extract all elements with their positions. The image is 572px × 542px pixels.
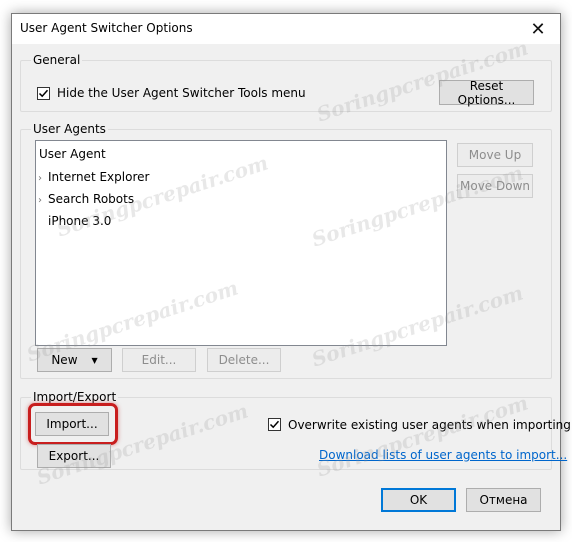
dropdown-arrow-icon: ▼ [91, 355, 98, 365]
new-button[interactable]: New ▼ [37, 348, 112, 372]
list-item-label: Internet Explorer [48, 170, 150, 184]
options-dialog: User Agent Switcher Options ✕ General Hi… [11, 13, 571, 531]
title-bar: User Agent Switcher Options ✕ [12, 14, 560, 44]
list-header: User Agent [39, 147, 106, 161]
overwrite-label: Overwrite existing user agents when impo… [288, 418, 571, 432]
window-title: User Agent Switcher Options [20, 21, 193, 35]
move-down-button[interactable]: Move Down [457, 174, 533, 198]
edit-button[interactable]: Edit... [122, 348, 196, 372]
user-agent-list[interactable]: User Agent › Internet Explorer › Search Ro… [35, 140, 447, 346]
export-button[interactable]: Export... [37, 444, 111, 468]
chevron-right-icon[interactable]: › [38, 173, 48, 184]
reset-options-button[interactable]: Reset Options... [439, 79, 534, 107]
download-lists-link[interactable]: Download lists of user agents to import.… [319, 448, 567, 462]
ok-button[interactable]: OK [381, 488, 456, 512]
check-icon [269, 420, 280, 429]
hide-menu-label: Hide the User Agent Switcher Tools menu [57, 86, 306, 100]
close-button[interactable]: ✕ [516, 14, 560, 44]
import-export-group-label: Import/Export [31, 390, 119, 404]
import-highlight-frame [28, 403, 118, 445]
user-agents-group-label: User Agents [31, 122, 108, 136]
overwrite-checkbox[interactable] [268, 418, 281, 431]
list-item[interactable]: iPhone 3.0 [48, 214, 111, 228]
list-item[interactable]: › Internet Explorer [38, 170, 149, 184]
delete-button[interactable]: Delete... [207, 348, 281, 372]
hide-menu-checkbox[interactable] [37, 87, 50, 100]
cancel-button[interactable]: Отмена [466, 488, 541, 512]
list-item-label: iPhone 3.0 [48, 214, 112, 228]
general-group-label: General [31, 53, 83, 67]
check-icon [38, 89, 49, 98]
new-button-label: New [51, 353, 78, 367]
list-item[interactable]: › Search Robots [38, 192, 134, 206]
move-up-button[interactable]: Move Up [457, 143, 533, 167]
list-item-label: Search Robots [48, 192, 135, 206]
chevron-right-icon[interactable]: › [38, 195, 48, 206]
